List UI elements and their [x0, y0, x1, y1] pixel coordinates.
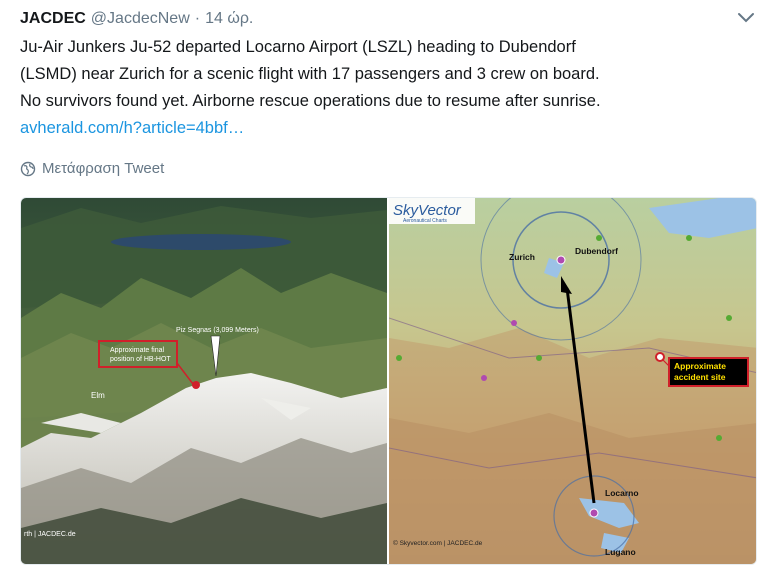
chevron-down-icon[interactable]	[736, 10, 756, 26]
article-link[interactable]: avherald.com/h?article=4bbf…	[20, 115, 755, 142]
tweet-text: Ju-Air Junkers Ju-52 departed Locarno Ai…	[20, 34, 755, 142]
skyvector-logo: SkyVector	[393, 202, 462, 219]
airport-dubendorf-marker	[556, 255, 566, 265]
peak-label: Piz Segnas (3,099 Meters)	[176, 327, 259, 334]
map-image[interactable]: SkyVector Aeronautical Charts Approximat…	[389, 198, 756, 564]
map-graphic: SkyVector Aeronautical Charts Approximat…	[389, 198, 756, 564]
terrain-graphic: Approximate final position of HB-HOT Piz…	[21, 198, 387, 564]
skyvector-logo-sub: Aeronautical Charts	[403, 218, 447, 224]
tweet-text-line: Ju-Air Junkers Ju-52 departed Locarno Ai…	[20, 38, 576, 56]
tweet-media[interactable]: Approximate final position of HB-HOT Piz…	[20, 197, 757, 565]
label-zurich: Zurich	[509, 252, 535, 262]
label-lugano: Lugano	[605, 547, 636, 557]
town-label-elm: Elm	[91, 391, 105, 400]
tweet-text-line: No survivors found yet. Airborne rescue …	[20, 92, 601, 110]
left-credit: rth | JACDEC.de	[24, 531, 76, 538]
callout-line1: Approximate final	[110, 347, 165, 354]
separator-dot: ·	[194, 10, 201, 27]
tweet-time[interactable]: 14 ώρ.	[205, 10, 253, 28]
terrain-image[interactable]: Approximate final position of HB-HOT Piz…	[21, 198, 387, 564]
right-credit: © Skyvector.com | JACDEC.de	[393, 539, 483, 547]
tweet-header: JACDEC @JacdecNew · 14 ώρ.	[20, 8, 750, 30]
accident-line1: Approximate	[674, 361, 726, 371]
callout-line2: position of HB-HOT	[110, 356, 171, 363]
translate-label: Μετάφραση Tweet	[42, 160, 165, 177]
globe-icon	[20, 161, 36, 176]
translate-tweet[interactable]: Μετάφραση Tweet	[20, 160, 164, 177]
accident-site-marker	[655, 352, 665, 362]
accident-line2: accident site	[674, 372, 726, 382]
label-locarno: Locarno	[605, 488, 639, 498]
author-name[interactable]: JACDEC	[20, 10, 86, 28]
author-handle[interactable]: @JacdecNew	[91, 10, 190, 28]
airport-locarno-marker	[589, 508, 599, 518]
tweet-text-line: (LSMD) near Zurich for a scenic flight w…	[20, 65, 600, 83]
crash-position-marker	[192, 381, 200, 389]
label-dubendorf: Dubendorf	[575, 246, 618, 256]
